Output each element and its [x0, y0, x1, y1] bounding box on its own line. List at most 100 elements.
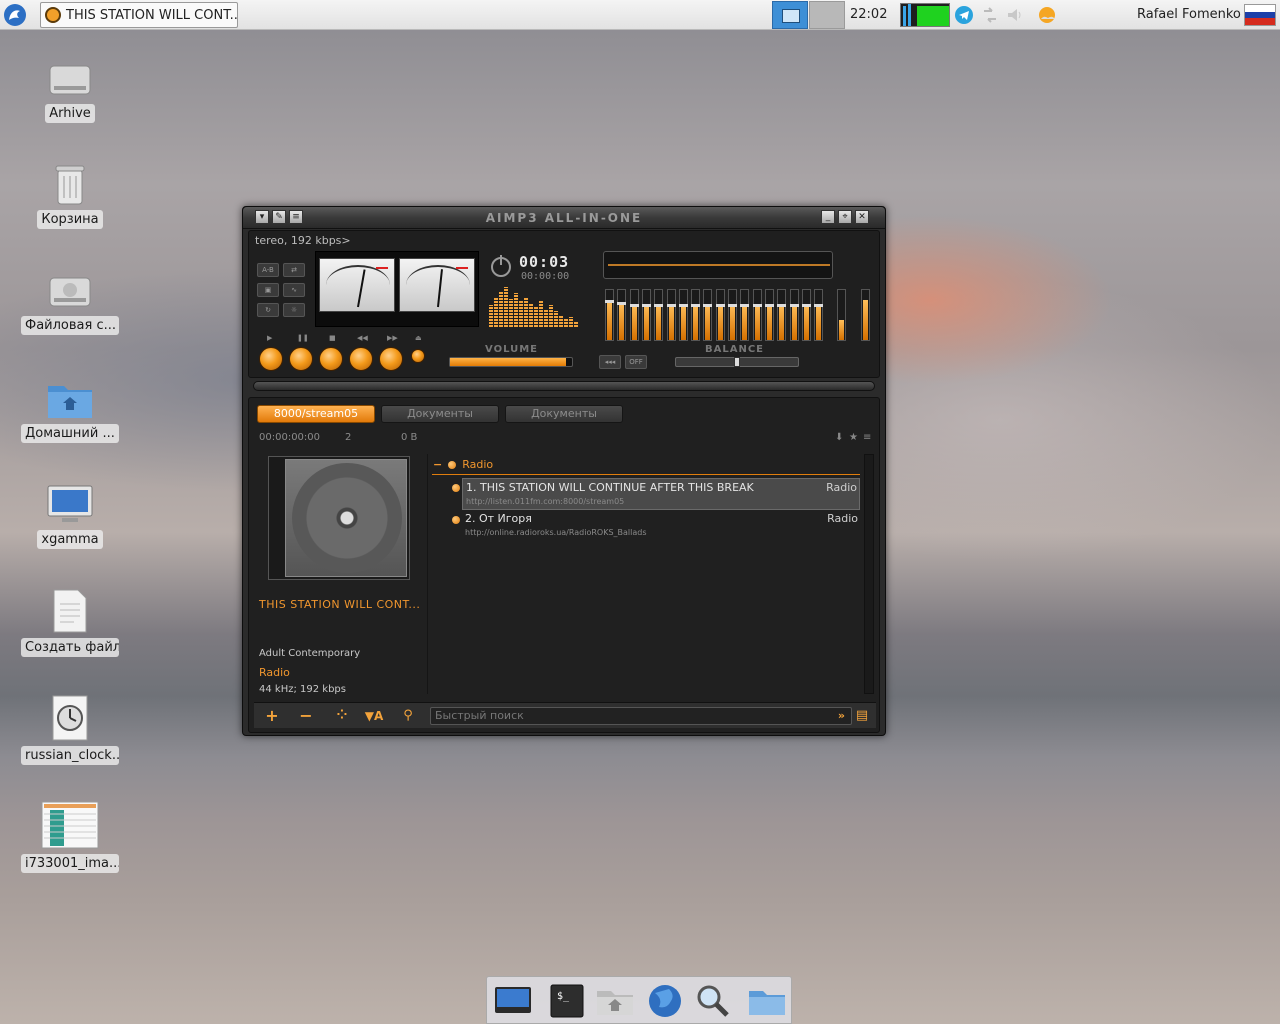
eq-band-slider[interactable] — [740, 289, 750, 341]
volume-icon[interactable] — [1005, 5, 1025, 25]
workspace-2-button[interactable] — [809, 1, 845, 29]
eq-band-slider[interactable] — [617, 289, 627, 341]
desktop-icon-xgamma[interactable]: xgamma — [20, 484, 120, 553]
weather-icon[interactable] — [1036, 4, 1058, 26]
playlist-track[interactable]: 2. От Игоря http://online.radioroks.ua/R… — [462, 510, 860, 542]
track-genre: Radio — [827, 512, 858, 525]
tab-playlist-documents-2[interactable]: Документы — [505, 405, 623, 423]
ab-repeat-button[interactable]: A-B — [257, 263, 279, 277]
desktop-icon-image-table[interactable]: i733001_ima... — [20, 800, 120, 877]
desktop-icon-home[interactable]: Домашний ... — [20, 380, 120, 447]
eq-band-slider[interactable] — [703, 289, 713, 341]
equalizer-mode-button[interactable]: ∿ — [283, 283, 305, 297]
close-button[interactable]: ✕ — [855, 210, 869, 224]
tab-playlist-documents-1[interactable]: Документы — [381, 405, 499, 423]
search-go-icon[interactable]: » — [838, 708, 845, 724]
power-icon[interactable] — [491, 255, 511, 277]
eq-band-slider[interactable] — [789, 289, 799, 341]
balance-slider[interactable] — [675, 357, 799, 367]
eq-band-slider[interactable] — [814, 289, 824, 341]
select-button[interactable]: ⁘ — [328, 705, 356, 727]
playlist-menu-icon[interactable]: ≡ — [863, 432, 871, 443]
search-icon[interactable]: ⚲ — [394, 705, 422, 727]
eq-off-button[interactable]: OFF — [625, 355, 647, 369]
effects-button[interactable]: ☼ — [283, 303, 305, 317]
next-button[interactable] — [379, 347, 403, 371]
playlist-file-icon[interactable]: ▤ — [852, 705, 872, 727]
collapse-icon[interactable]: − — [433, 458, 442, 471]
aimp-title-bar[interactable]: ▾ ✎ ≡ AIMP3 ALL-IN-ONE _ ⌖ ✕ — [243, 207, 885, 229]
eq-band-slider[interactable] — [715, 289, 725, 341]
elapsed-time[interactable]: 00:03 — [519, 253, 569, 271]
spectrum-bar — [534, 307, 538, 327]
desktop-icon-filesystem[interactable]: Файловая с... — [20, 272, 120, 339]
pause-button[interactable] — [289, 347, 313, 371]
eq-band-slider[interactable] — [691, 289, 701, 341]
home-folder-icon[interactable] — [595, 983, 635, 1019]
play-button[interactable] — [259, 347, 283, 371]
eq-band-slider[interactable] — [654, 289, 664, 341]
file-manager-icon[interactable] — [747, 983, 787, 1019]
playlist-track[interactable]: 1. THIS STATION WILL CONTINUE AFTER THIS… — [462, 478, 860, 510]
sort-button[interactable]: ▼A — [360, 705, 388, 727]
keyboard-layout-flag-icon[interactable] — [1244, 4, 1276, 26]
stop-button[interactable] — [319, 347, 343, 371]
search-icon[interactable] — [693, 983, 733, 1019]
show-desktop-icon[interactable] — [493, 983, 533, 1019]
spreadsheet-image-icon — [41, 801, 99, 849]
desktop-icon-label: Домашний ... — [21, 424, 119, 443]
eq-band-slider[interactable] — [629, 289, 639, 341]
next-label-icon: ▶▶ — [387, 334, 398, 342]
volume-slider[interactable] — [449, 357, 573, 367]
eq-band-slider[interactable] — [641, 289, 651, 341]
taskbar-aimp-button[interactable]: THIS STATION WILL CONT... — [40, 2, 238, 28]
desktop-icon-trash[interactable]: Корзина — [20, 162, 120, 233]
eq-band-slider[interactable] — [764, 289, 774, 341]
open-button[interactable] — [411, 349, 425, 363]
always-on-top-button[interactable]: ⌖ — [838, 210, 852, 224]
eq-presets-button[interactable]: ◂◂◂ — [599, 355, 621, 369]
record-button[interactable]: ▣ — [257, 283, 279, 297]
track-url: http://listen.011fm.com:8000/stream05 — [466, 497, 625, 506]
aimp-app-icon — [45, 7, 61, 23]
repeat-button[interactable]: ↻ — [257, 303, 279, 317]
quick-search-input[interactable]: Быстрый поиск » — [430, 707, 852, 725]
user-name[interactable]: Rafael Fomenko — [1137, 7, 1241, 22]
shuffle-button[interactable]: ⇄ — [283, 263, 305, 277]
eq-preamp-slider[interactable] — [837, 289, 846, 341]
cpu-graph-icon[interactable] — [900, 3, 950, 27]
desktop-icon-russian-clock[interactable]: russian_clock... — [20, 694, 120, 769]
eq-band-slider[interactable] — [678, 289, 688, 341]
eq-band-slider[interactable] — [777, 289, 787, 341]
desktop-icon-new-file[interactable]: Создать файл — [20, 588, 120, 661]
telegram-icon[interactable] — [954, 5, 974, 25]
web-browser-icon[interactable] — [645, 983, 685, 1019]
eq-band-slider[interactable] — [666, 289, 676, 341]
playlist-group[interactable]: − Radio — [433, 458, 493, 471]
spectrum-analyzer — [487, 283, 589, 327]
tab-playlist-stream[interactable]: 8000/stream05 — [257, 405, 375, 423]
remove-track-button[interactable]: − — [292, 705, 320, 727]
eq-band-slider[interactable] — [801, 289, 811, 341]
playlist-scrollbar[interactable] — [864, 454, 874, 694]
previous-button[interactable] — [349, 347, 373, 371]
eq-band-slider[interactable] — [752, 289, 762, 341]
track-title: 1. THIS STATION WILL CONTINUE AFTER THIS… — [466, 481, 754, 494]
minimize-button[interactable]: _ — [821, 210, 835, 224]
quick-search-placeholder: Быстрый поиск — [435, 709, 524, 722]
favorite-star-icon[interactable]: ★ — [849, 432, 858, 443]
workspace-1-button[interactable] — [772, 1, 808, 29]
top-panel: THIS STATION WILL CONT... 22:02 Rafael F… — [0, 0, 1280, 30]
desktop-icon-label: Arhive — [45, 104, 95, 123]
terminal-icon[interactable]: $_ — [547, 983, 587, 1019]
app-menu-icon[interactable] — [3, 3, 27, 27]
eq-master-slider[interactable] — [861, 289, 870, 341]
eq-band-slider[interactable] — [728, 289, 737, 341]
seek-bar[interactable] — [253, 381, 875, 391]
download-icon[interactable]: ⬇ — [835, 432, 843, 443]
add-track-button[interactable]: + — [258, 705, 286, 727]
panel-clock[interactable]: 22:02 — [850, 7, 887, 22]
network-icon[interactable] — [980, 5, 1000, 25]
desktop-icon-arhive[interactable]: Arhive — [20, 60, 120, 127]
eq-band-slider[interactable] — [605, 289, 614, 341]
